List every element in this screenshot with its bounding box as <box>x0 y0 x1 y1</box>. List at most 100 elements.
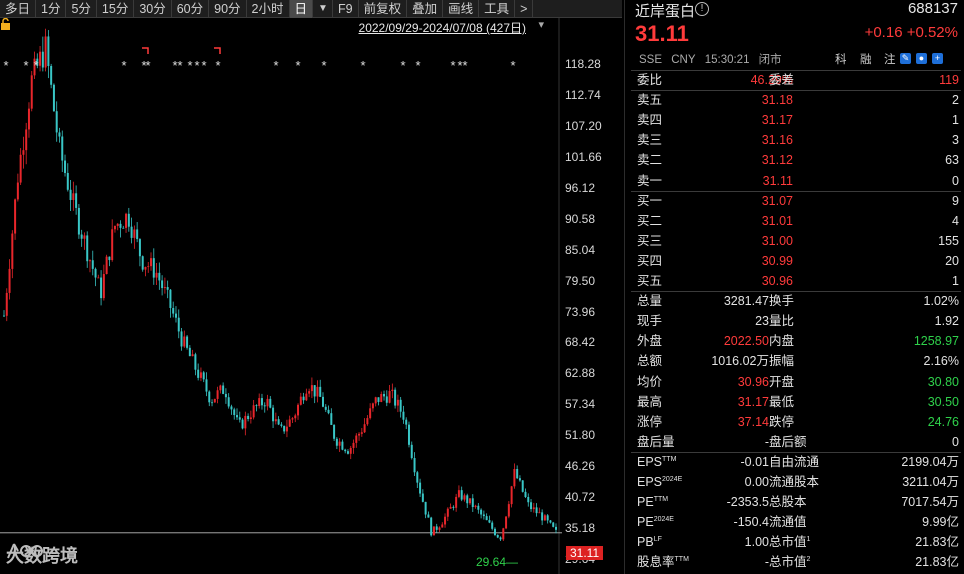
candle <box>493 527 496 537</box>
candle <box>77 204 80 239</box>
event-marker[interactable]: * <box>194 58 199 73</box>
candle <box>255 404 258 412</box>
candle <box>233 407 236 420</box>
toolbar-item[interactable]: 1分 <box>36 0 67 18</box>
candle <box>147 261 150 273</box>
toolbar-item[interactable]: 日 <box>289 0 314 18</box>
currency-label: CNY <box>671 54 696 66</box>
toolbar-item[interactable]: 60分 <box>172 0 210 18</box>
edit-icon[interactable]: ✎ <box>900 53 911 64</box>
fund-label-text: 股息率 <box>637 555 675 570</box>
toolbar-item[interactable]: 90分 <box>209 0 247 18</box>
fund-label: 总市值2 <box>769 552 810 572</box>
y-tick-label: 96.12 <box>565 180 596 195</box>
candle <box>371 402 374 412</box>
y-tick-label: 62.88 <box>565 366 596 381</box>
toolbar-item[interactable]: 2小时 <box>247 0 290 18</box>
candle <box>518 475 521 482</box>
toolbar-item[interactable]: 5分 <box>66 0 97 18</box>
ask-volume: 63 <box>945 153 959 168</box>
candle <box>396 394 399 413</box>
bid-row: 买二 31.01 4 <box>625 211 964 231</box>
event-marker[interactable]: * <box>273 58 278 73</box>
candle <box>105 254 108 275</box>
candle <box>172 301 175 318</box>
event-marker[interactable]: * <box>145 58 150 73</box>
candle <box>41 36 44 72</box>
candle <box>166 280 169 299</box>
candle <box>133 225 136 249</box>
toolbar-item[interactable]: 画线 <box>443 0 480 18</box>
candle <box>388 385 391 404</box>
toolbar-item[interactable]: 工具 <box>479 0 516 18</box>
candle <box>88 259 91 273</box>
candle <box>138 238 141 267</box>
candle <box>44 28 47 72</box>
candle <box>11 230 14 279</box>
stat-label: 内盘 <box>769 334 795 349</box>
toolbar-item[interactable]: > <box>515 0 534 18</box>
candle <box>47 30 50 79</box>
candle <box>394 387 397 409</box>
event-marker[interactable]: * <box>3 58 8 73</box>
event-marker[interactable]: * <box>33 58 38 73</box>
y-tick-label: 90.58 <box>565 211 596 226</box>
date-range-label[interactable]: 2022/09/29-2024/07/08 (427日) <box>359 19 526 36</box>
candle <box>230 404 233 415</box>
candle <box>502 527 505 541</box>
kline-chart[interactable]: * * * * * * * * * * * * * * * * * * * * * * 2022/09/29-2024/0… <box>0 18 622 574</box>
stat-label: 盘后额 <box>769 434 807 449</box>
chevron-down-icon[interactable]: ▾ <box>538 18 544 31</box>
event-marker[interactable]: * <box>177 58 182 73</box>
toolbar-item[interactable]: 多日 <box>0 0 37 18</box>
add-icon[interactable]: + <box>932 53 943 64</box>
bid-price: 31.07 <box>761 193 793 208</box>
candle <box>249 410 252 424</box>
kline-svg[interactable]: * * * * ** * * * * * * * * * * * * * * * * <box>0 18 622 574</box>
fundamental-row: PE2024E -150.4 流通值 9.99亿 <box>625 512 964 532</box>
event-marker[interactable]: * <box>321 58 326 73</box>
exchange-label: SSE <box>639 54 663 66</box>
candle <box>321 392 324 408</box>
candle <box>288 415 291 428</box>
candle <box>136 222 139 243</box>
weicha-value: 119 <box>939 73 959 87</box>
event-marker[interactable]: * <box>400 58 405 73</box>
candle <box>552 521 555 528</box>
toolbar-item[interactable]: 叠加 <box>407 0 444 18</box>
event-marker[interactable]: * <box>23 58 28 73</box>
fund-label: 流通股本 <box>769 472 819 492</box>
fund-label: PBLF <box>637 532 662 552</box>
period-dropdown-icon[interactable]: ▼ <box>313 0 334 18</box>
fund-label-sup: 2 <box>806 556 811 564</box>
candle <box>402 405 405 424</box>
fund-value: 21.83亿 <box>915 535 959 550</box>
toolbar-item[interactable]: 前复权 <box>359 0 408 18</box>
info-icon[interactable]: ! <box>695 2 709 16</box>
ask-label: 卖五 <box>637 93 663 108</box>
event-marker[interactable]: * <box>415 58 420 73</box>
candle <box>446 507 449 521</box>
bid-label: 买三 <box>637 233 663 248</box>
bid-volume: 20 <box>945 253 959 268</box>
event-marker[interactable]: * <box>360 58 365 73</box>
event-marker[interactable]: * <box>450 58 455 73</box>
event-marker[interactable]: * <box>201 58 206 73</box>
toolbar-item[interactable]: 30分 <box>134 0 172 18</box>
candle <box>277 416 280 426</box>
fund-label-text: 总市值 <box>769 535 807 550</box>
event-marker[interactable]: * <box>121 58 126 73</box>
fund-label: PE2024E <box>637 512 674 532</box>
event-marker[interactable]: * <box>215 58 220 73</box>
toolbar-item[interactable]: F9 <box>333 0 359 18</box>
event-marker[interactable]: * <box>510 58 515 73</box>
toolbar-item[interactable]: 15分 <box>97 0 135 18</box>
event-marker[interactable]: * <box>295 58 300 73</box>
fund-label: PETTM <box>637 492 668 512</box>
event-marker[interactable]: * <box>187 58 192 73</box>
candle <box>530 498 533 512</box>
event-marker[interactable]: * <box>462 58 467 73</box>
bell-icon[interactable]: ● <box>916 53 927 64</box>
lock-icon[interactable] <box>0 18 11 30</box>
fund-value: 21.83亿 <box>915 555 959 570</box>
